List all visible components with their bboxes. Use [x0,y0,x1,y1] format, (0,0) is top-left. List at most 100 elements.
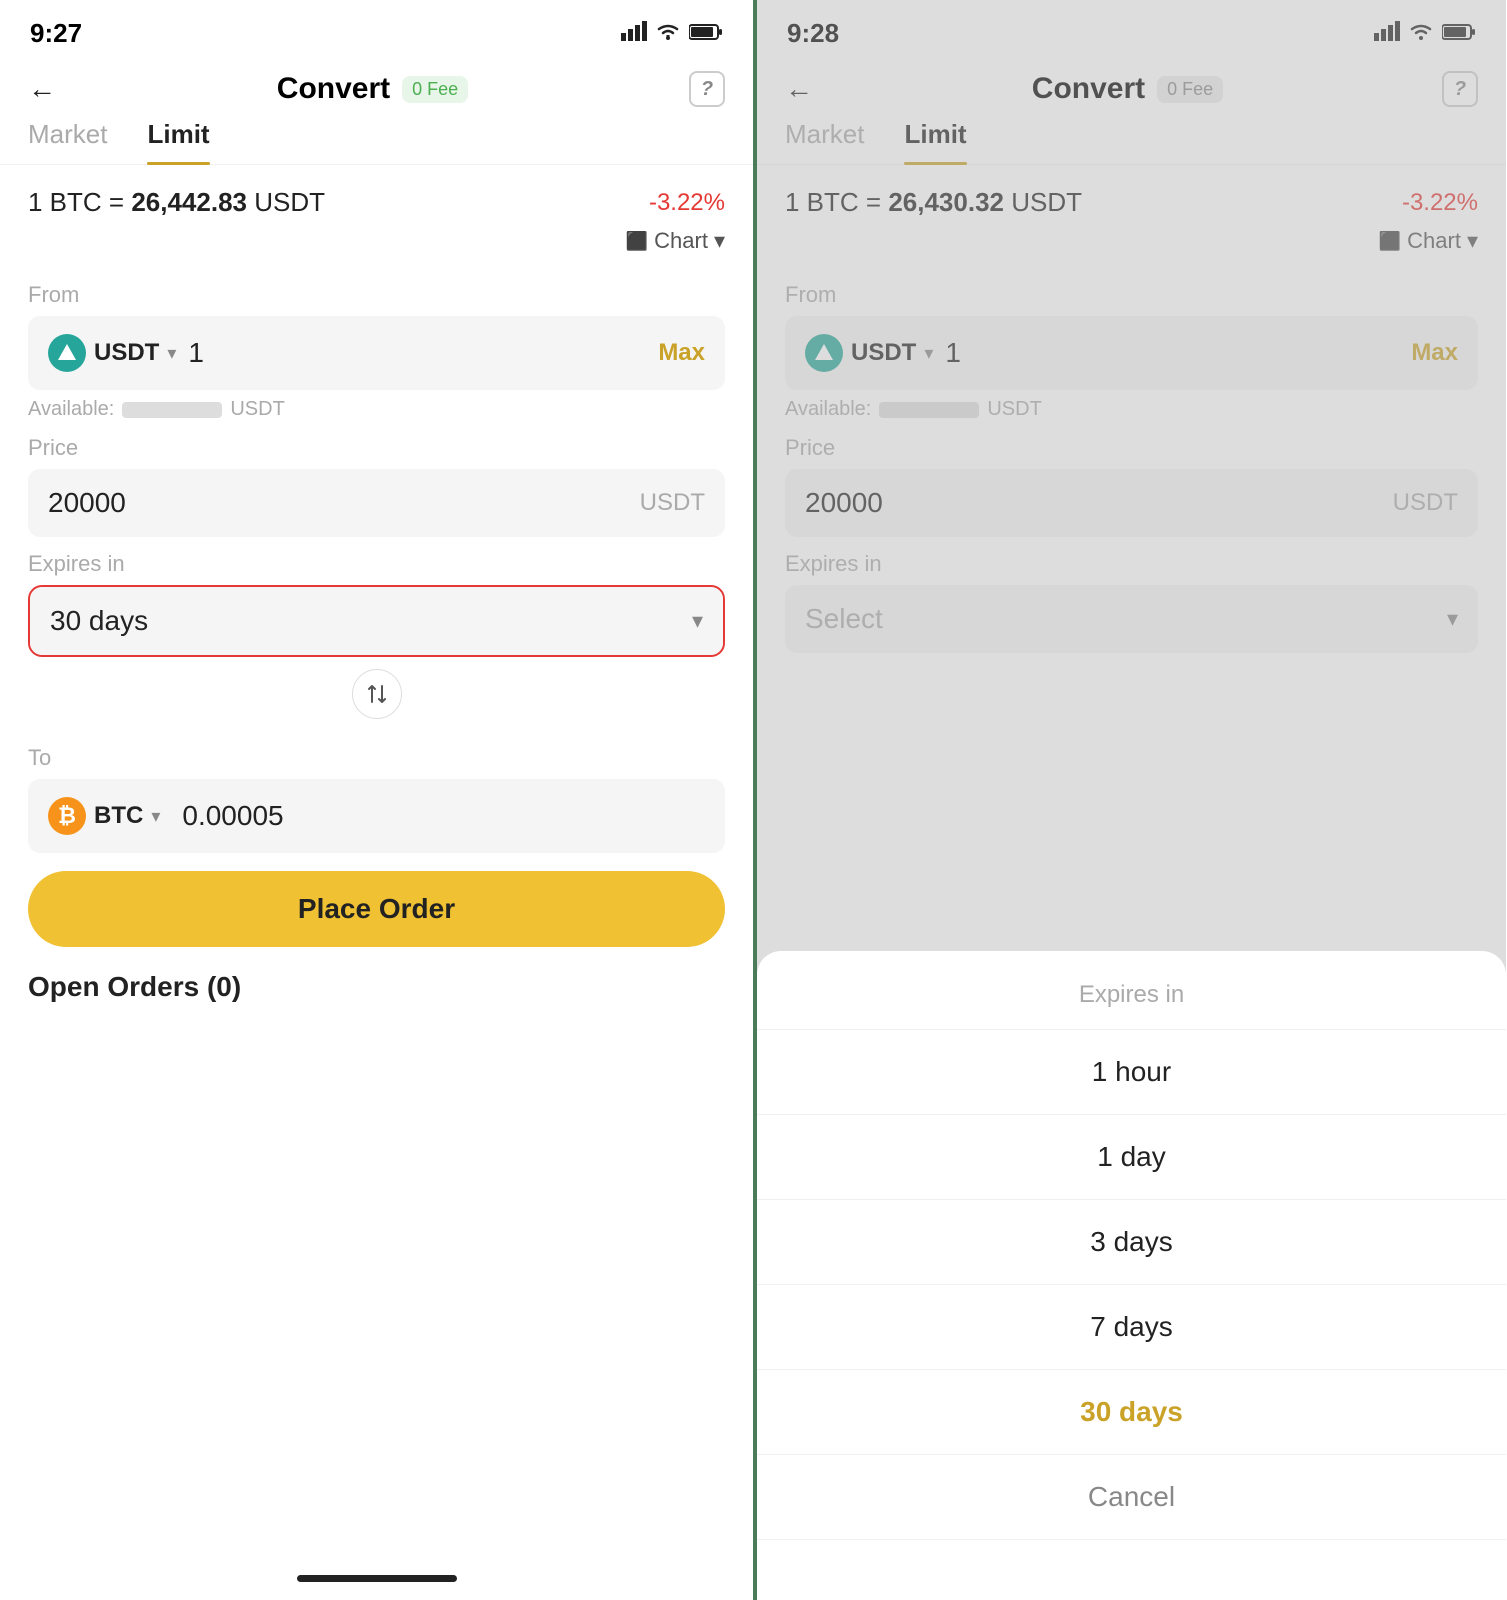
place-order-button-left[interactable]: Place Order [28,871,725,947]
swap-row-left [0,657,753,731]
price-unit-right: USDT [1393,489,1458,517]
rate-row-right: 1 BTC = 26,430.32 USDT -3.22% [757,169,1506,224]
tab-market-right[interactable]: Market [785,119,864,164]
from-amount-input-left[interactable] [188,337,646,369]
expires-box-left[interactable]: 30 days ▾ [30,587,723,655]
chevron-btc-left: ▾ [151,806,160,827]
chevron-usdt-left: ▾ [167,343,176,364]
swap-button-left[interactable] [352,669,402,719]
btc-icon-left: ₿ [48,797,86,835]
currency-selector-usdt-right[interactable]: USDT ▾ [805,334,933,372]
status-icons-left [621,20,723,48]
wifi-icon-left [655,20,681,48]
price-box-left: 20000 USDT [28,469,725,537]
usdt-icon-left [48,334,86,372]
from-input-box-right: USDT ▾ Max [785,316,1478,390]
chart-mini-icon-right: ⬛ [1379,231,1401,252]
sheet-option-cancel[interactable]: Cancel [757,1455,1506,1540]
expires-chevron-right: ▾ [1447,606,1458,632]
available-blur-left [122,402,222,418]
to-amount-left: 0.00005 [172,800,705,832]
sheet-option-30days[interactable]: 30 days [757,1370,1506,1455]
header-center-left: Convert 0 Fee [277,72,468,106]
rate-row-left: 1 BTC = 26,442.83 USDT -3.22% [0,169,753,224]
from-label-right: From [785,282,1478,308]
price-value-right: 20000 [805,487,883,519]
wifi-icon-right [1408,20,1434,48]
tab-limit-left[interactable]: Limit [147,119,209,164]
currency-selector-btc-left[interactable]: ₿ BTC ▾ [48,797,160,835]
chart-chevron-right: ▾ [1467,228,1478,254]
back-button-right[interactable]: ← [785,73,813,105]
price-box-right: 20000 USDT [785,469,1478,537]
open-orders-left: Open Orders (0) [0,971,753,1003]
header-center-right: Convert 0 Fee [1032,72,1223,106]
tab-limit-right[interactable]: Limit [904,119,966,164]
currency-name-usdt-right: USDT [851,339,916,367]
tab-market-left[interactable]: Market [28,119,107,164]
usdt-icon-right [805,334,843,372]
from-amount-input-right[interactable] [945,337,1399,369]
signal-icon-right [1374,20,1400,48]
max-button-left[interactable]: Max [658,339,705,367]
chart-link-left[interactable]: ⬛ Chart ▾ [626,228,725,254]
status-icons-right [1374,20,1476,48]
sheet-title: Expires in [757,951,1506,1030]
chart-chevron-left: ▾ [714,228,725,254]
rate-text-right: 1 BTC = 26,430.32 USDT [785,187,1082,218]
rate-change-right: -3.22% [1402,189,1478,217]
home-indicator-left [297,1575,457,1582]
price-label-left: Price [28,435,725,461]
expires-chevron-left: ▾ [692,608,703,634]
status-bar-right: 9:28 [757,0,1506,59]
to-label-left: To [28,745,725,771]
to-section-left: To ₿ BTC ▾ 0.00005 Place Order [0,731,753,971]
left-phone-panel: 9:27 ← Convert 0 Fee ? Market Li [0,0,753,1600]
expires-label-left: Expires in [28,551,725,577]
form-left: From USDT ▾ Max Available: USDT Price 20… [0,268,753,657]
from-input-box-left: USDT ▾ Max [28,316,725,390]
currency-name-btc-left: BTC [94,802,143,830]
expires-box-right[interactable]: Select ▾ [785,585,1478,653]
chart-row-right: ⬛ Chart ▾ [757,224,1506,268]
sheet-option-1hour[interactable]: 1 hour [757,1030,1506,1115]
to-input-box-left: ₿ BTC ▾ 0.00005 [28,779,725,853]
fee-badge-right: 0 Fee [1157,76,1223,103]
sheet-option-1day[interactable]: 1 day [757,1115,1506,1200]
help-icon-right[interactable]: ? [1442,71,1478,107]
back-button-left[interactable]: ← [28,73,56,105]
rate-change-left: -3.22% [649,189,725,217]
status-bar-left: 9:27 [0,0,753,59]
rate-text-left: 1 BTC = 26,442.83 USDT [28,187,325,218]
price-value-left: 20000 [48,487,126,519]
expires-value-right: Select [805,603,883,635]
header-title-right: Convert [1032,72,1145,106]
max-button-right[interactable]: Max [1411,339,1458,367]
chart-mini-icon-left: ⬛ [626,231,648,252]
header-title-left: Convert [277,72,390,106]
help-icon-left[interactable]: ? [689,71,725,107]
available-row-right: Available: USDT [785,398,1478,421]
right-phone-panel: 9:28 ← Convert 0 Fee ? Market Li [753,0,1506,1600]
sheet-option-7days[interactable]: 7 days [757,1285,1506,1370]
sheet-option-3days[interactable]: 3 days [757,1200,1506,1285]
chart-row-left: ⬛ Chart ▾ [0,224,753,268]
status-time-left: 9:27 [30,18,82,49]
available-blur-right [879,402,979,418]
chart-link-right[interactable]: ⬛ Chart ▾ [1379,228,1478,254]
signal-icon-left [621,20,647,48]
expires-value-left: 30 days [50,605,148,637]
header-left: ← Convert 0 Fee ? [0,59,753,119]
battery-icon-right [1442,20,1476,48]
tabs-right: Market Limit [757,119,1506,165]
status-time-right: 9:28 [787,18,839,49]
price-label-right: Price [785,435,1478,461]
currency-selector-usdt-left[interactable]: USDT ▾ [48,334,176,372]
price-unit-left: USDT [640,489,705,517]
expires-highlighted-wrapper-left: 30 days ▾ [28,585,725,657]
available-row-left: Available: USDT [28,398,725,421]
from-label-left: From [28,282,725,308]
header-right: ← Convert 0 Fee ? [757,59,1506,119]
battery-icon-left [689,20,723,48]
expires-bottom-sheet: Expires in 1 hour 1 day 3 days 7 days 30… [757,951,1506,1600]
